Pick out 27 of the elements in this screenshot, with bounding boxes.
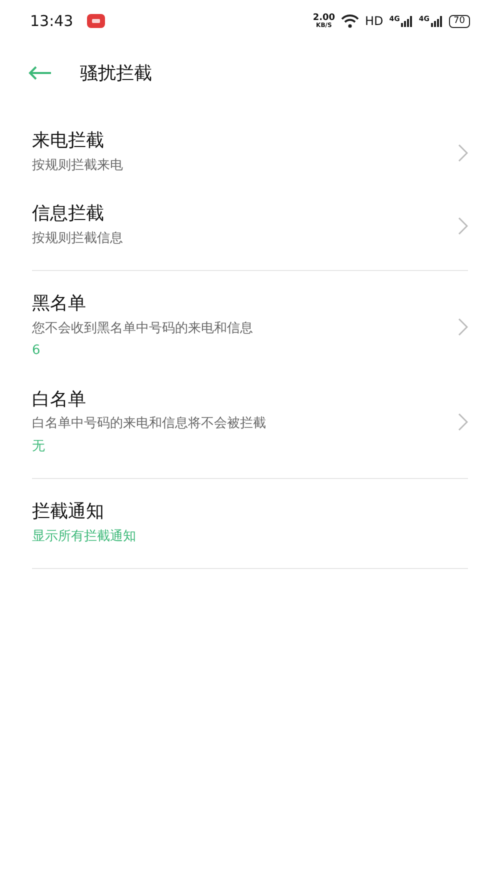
item-title: 拦截通知 <box>32 501 105 524</box>
item-value: 无 <box>32 438 46 456</box>
item-title: 黑名单 <box>32 293 87 316</box>
item-value: 6 <box>32 342 42 360</box>
settings-item[interactable]: 信息拦截 按规则拦截信息 <box>32 189 468 262</box>
item-description: 按规则拦截来电 <box>32 156 123 174</box>
settings-item[interactable]: 拦截通知 显示所有拦截通知 <box>32 487 468 560</box>
item-description: 白名单中号码的来电和信息将不会被拦截 <box>32 415 266 433</box>
battery-indicator: 70 <box>448 14 470 28</box>
settings-item[interactable]: 黑名单 您不会收到黑名单中号码的来电和信息 6 <box>32 279 468 374</box>
item-title: 信息拦截 <box>32 203 105 226</box>
signal-icon <box>430 16 443 26</box>
hd-indicator: HD <box>365 13 384 30</box>
item-description: 您不会收到黑名单中号码的来电和信息 <box>32 320 253 338</box>
network-speed: 2.00 <box>312 14 336 22</box>
page-title: 骚扰拦截 <box>80 62 152 86</box>
item-title: 白名单 <box>32 388 87 411</box>
recording-icon <box>87 14 106 28</box>
item-value: 显示所有拦截通知 <box>32 528 136 546</box>
wifi-icon <box>341 14 360 28</box>
status-time: 13:43 <box>30 10 74 32</box>
item-title: 来电拦截 <box>32 130 105 152</box>
back-icon[interactable] <box>28 66 52 80</box>
signal-icon <box>400 16 413 26</box>
settings-item[interactable]: 来电拦截 按规则拦截来电 <box>32 116 468 189</box>
item-description: 按规则拦截信息 <box>32 230 123 248</box>
settings-item[interactable]: 白名单 白名单中号码的来电和信息将不会被拦截 无 <box>32 374 468 470</box>
